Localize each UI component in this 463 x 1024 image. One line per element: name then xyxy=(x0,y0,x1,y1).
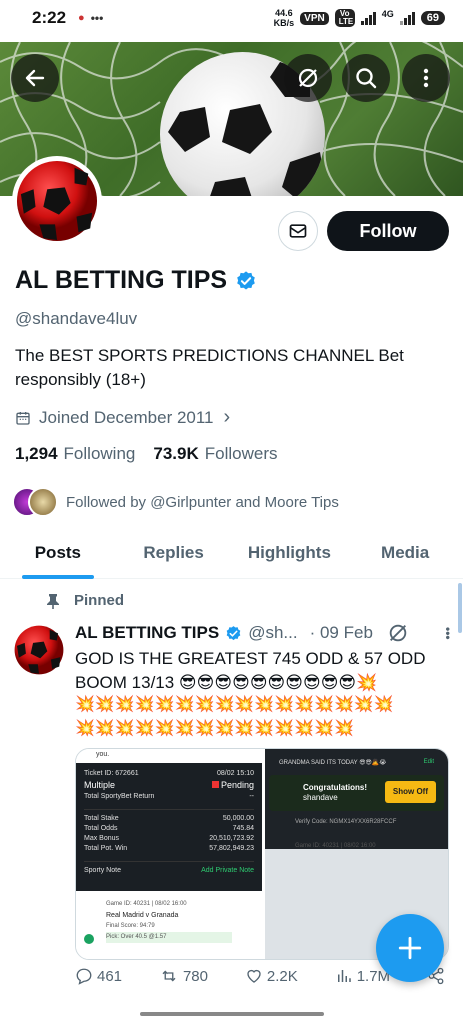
compose-button[interactable] xyxy=(376,914,444,982)
followed-by-text: Followed by @Girlpunter and Moore Tips xyxy=(66,493,339,511)
back-button[interactable] xyxy=(11,54,59,102)
vpn-badge: VPN xyxy=(300,11,329,25)
verified-badge-icon xyxy=(226,625,241,640)
followed-by-row[interactable]: Followed by @Girlpunter and Moore Tips xyxy=(12,487,339,517)
tab-highlights[interactable]: Highlights xyxy=(232,531,348,578)
check-icon xyxy=(84,934,94,944)
post-author-handle: @sh... xyxy=(248,623,298,642)
search-icon xyxy=(356,68,377,89)
views-icon xyxy=(337,970,351,982)
follower-avatar xyxy=(28,487,58,517)
reply-icon xyxy=(76,968,92,985)
message-button[interactable] xyxy=(278,211,318,251)
views-button[interactable]: 1.7M xyxy=(335,967,390,985)
profile-avatar[interactable] xyxy=(12,156,102,246)
following-link[interactable]: 1,294 Following xyxy=(15,444,135,464)
plus-icon xyxy=(398,936,422,960)
verified-badge-icon[interactable] xyxy=(235,270,257,292)
battery-indicator: 69 xyxy=(420,11,445,25)
calendar-icon xyxy=(16,411,30,425)
tab-posts[interactable]: Posts xyxy=(0,531,116,579)
post-emoji-line: 💥💥💥💥💥💥💥💥💥💥💥💥💥💥💥💥 xyxy=(75,696,394,713)
repost-icon xyxy=(162,970,176,982)
status-bar: 2:22 ● ••• 44.6 KB/s VPN Vo LTE 4G 69 xyxy=(0,0,463,36)
profile-handle: @shandave4luv xyxy=(15,309,138,328)
post-date: · 09 Feb xyxy=(309,623,373,642)
envelope-icon xyxy=(289,224,307,238)
chevron-right-icon: › xyxy=(223,406,231,428)
profile-tabs: Posts Replies Highlights Media xyxy=(0,531,463,579)
pinned-label: Pinned xyxy=(74,592,125,609)
pinned-indicator: Pinned xyxy=(46,592,124,609)
notification-icon: ● xyxy=(78,12,85,24)
follow-button[interactable]: Follow xyxy=(327,211,449,251)
post-author-name[interactable]: AL BETTING TIPS xyxy=(75,623,219,643)
sync-off-button[interactable] xyxy=(284,54,332,102)
profile-name: AL BETTING TIPS xyxy=(15,266,228,294)
joined-date-row[interactable]: Joined December 2011 › xyxy=(15,406,230,429)
red-ball-avatar-icon xyxy=(16,160,98,242)
more-options-button[interactable] xyxy=(402,54,450,102)
joined-date: Joined December 2011 xyxy=(39,407,214,427)
signal-icon xyxy=(360,11,376,25)
post-more-icon[interactable]: ••• xyxy=(441,627,455,640)
pin-icon xyxy=(47,593,59,609)
status-time: 2:22 xyxy=(32,8,67,27)
follow-stats: 1,294 Following 73.9K Followers xyxy=(15,444,277,464)
scrollbar[interactable] xyxy=(458,583,462,633)
profile-name-row: AL BETTING TIPS xyxy=(15,266,257,295)
reply-button[interactable]: 461 xyxy=(75,967,122,985)
signal-2-icon xyxy=(399,11,415,25)
bet-ticket-image[interactable]: you. Ticket ID: 672661 08/02 15:10 Multip… xyxy=(76,749,262,959)
volte-badge: Vo LTE xyxy=(334,9,355,27)
sync-off-icon xyxy=(298,68,318,88)
home-indicator[interactable] xyxy=(140,1012,324,1016)
post-header: AL BETTING TIPS @sh... · 09 Feb ••• xyxy=(75,622,455,644)
post-text: GOD IS THE GREATEST 745 ODD & 57 ODD BOO… xyxy=(75,649,426,692)
followers-link[interactable]: 73.9K Followers xyxy=(153,444,277,464)
post-emoji-line: 💥💥💥💥💥💥💥💥💥💥💥💥💥💥 xyxy=(75,720,354,737)
arrow-left-icon xyxy=(25,69,45,87)
more-notifications-icon: ••• xyxy=(90,11,104,25)
repost-button[interactable]: 780 xyxy=(159,967,208,985)
network-type: 4G xyxy=(381,9,394,19)
network-speed: 44.6 KB/s xyxy=(273,8,295,28)
followed-by-avatars xyxy=(12,487,58,517)
profile-bio: The BEST SPORTS PREDICTIONS CHANNEL Bet … xyxy=(15,346,404,389)
red-ball-avatar-icon xyxy=(14,625,64,675)
tab-media[interactable]: Media xyxy=(347,531,463,578)
tab-replies[interactable]: Replies xyxy=(116,531,232,578)
search-button[interactable] xyxy=(342,54,390,102)
like-button[interactable]: 2.2K xyxy=(245,967,298,985)
more-vertical-icon xyxy=(423,68,429,88)
post-avatar[interactable] xyxy=(14,625,64,675)
sync-off-icon[interactable] xyxy=(387,622,409,644)
heart-icon xyxy=(247,969,261,983)
ticket-details: Ticket ID: 672661 08/02 15:10 Multiple Pen… xyxy=(76,763,262,891)
